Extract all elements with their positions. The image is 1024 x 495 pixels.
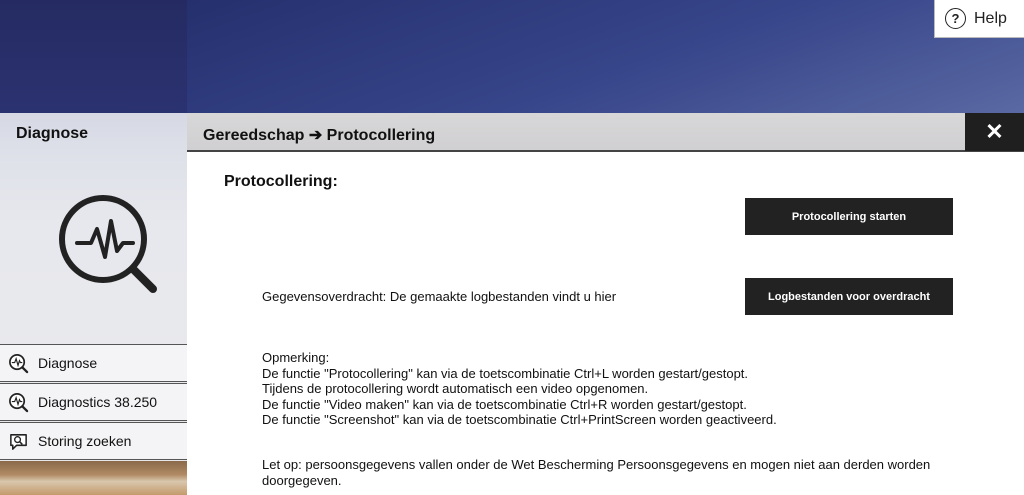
panel-body: Protocollering: Protocollering starten G… xyxy=(187,152,1024,495)
remark-line: Tijdens de protocollering wordt automati… xyxy=(262,381,649,396)
sidebar-item-storing-zoeken[interactable]: Storing zoeken xyxy=(0,422,187,460)
section-title: Protocollering: xyxy=(224,173,338,190)
remark-block: Opmerking: De functie "Protocollering" k… xyxy=(262,350,777,428)
speech-bubble-search-icon xyxy=(10,433,27,450)
help-button[interactable]: ? Help xyxy=(934,0,1024,38)
sidebar: Diagnose Diagnose Diagnostics 38.250 Sto… xyxy=(0,113,187,495)
sidebar-title: Diagnose xyxy=(16,125,89,142)
remark-line: Opmerking: xyxy=(262,350,330,365)
panel-header: Gereedschap ➔ Protocollering ✕ xyxy=(187,113,1024,152)
sidebar-item-label: Diagnose xyxy=(38,355,98,371)
transfer-text: Gegevensoverdracht: De gemaakte logbesta… xyxy=(262,289,617,304)
remark-line: De functie "Video maken" kan via de toet… xyxy=(262,396,747,412)
question-circle-icon: ? xyxy=(945,8,966,29)
close-button[interactable]: ✕ xyxy=(965,113,1024,151)
magnifier-heartbeat-icon xyxy=(9,353,29,373)
privacy-warning: Let op: persoonsgegevens vallen onder de… xyxy=(262,457,931,488)
close-icon: ✕ xyxy=(985,119,1004,144)
remark-line: De functie "Screenshot" kan via de toets… xyxy=(262,412,777,427)
sidebar-item-label: Storing zoeken xyxy=(38,433,132,449)
magnifier-heartbeat-icon xyxy=(9,392,29,412)
background-sky xyxy=(187,0,1024,113)
sidebar-item-diagnose[interactable]: Diagnose xyxy=(0,344,187,382)
remark-line: De functie "Protocollering" kan via de t… xyxy=(262,365,749,381)
log-files-button[interactable]: Logbestanden voor overdracht xyxy=(745,278,953,315)
sidebar-item-label: Diagnostics 38.250 xyxy=(38,394,158,410)
sidebar-background-floor xyxy=(0,461,187,495)
sidebar-nav: Diagnose Diagnostics 38.250 Storing zoek… xyxy=(0,344,187,461)
help-label: Help xyxy=(974,9,1007,27)
background-left-top xyxy=(0,0,187,113)
breadcrumb: Gereedschap ➔ Protocollering xyxy=(203,127,436,144)
sidebar-item-diagnostics[interactable]: Diagnostics 38.250 xyxy=(0,383,187,421)
magnifier-heartbeat-icon xyxy=(59,195,157,293)
start-logging-button[interactable]: Protocollering starten xyxy=(745,198,953,235)
